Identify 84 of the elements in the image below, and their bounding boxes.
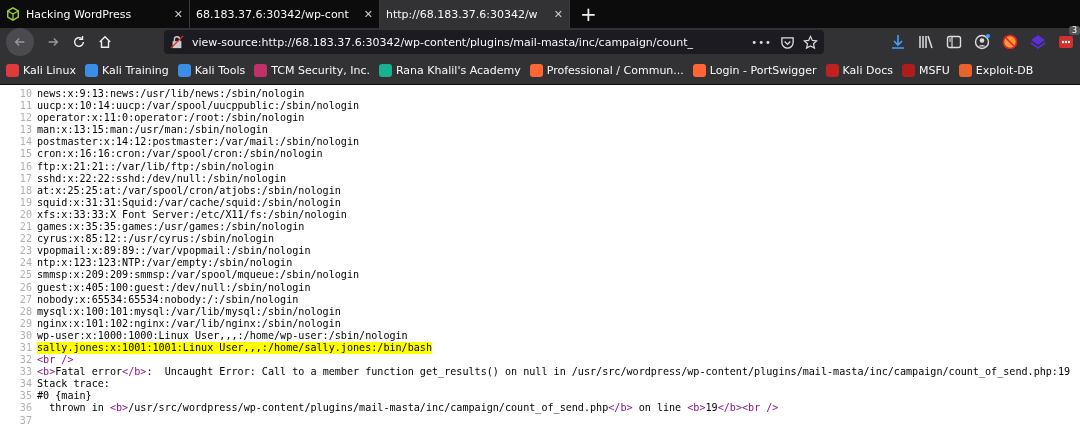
- line-number: 32: [18, 354, 33, 367]
- bookmark-item[interactable]: Professional / Commun...: [529, 63, 684, 77]
- forward-arrow-icon[interactable]: [46, 35, 60, 49]
- source-line: guest:x:405:100:guest:/dev/null:/sbin/nologin: [37, 281, 311, 294]
- line-number: 14: [18, 136, 33, 149]
- source-line: cron:x:16:16:cron:/var/spool/cron:/sbin/nologin: [37, 148, 323, 161]
- new-tab-button[interactable]: +: [570, 0, 607, 28]
- back-arrow-icon[interactable]: [13, 35, 27, 49]
- line-number: 20: [18, 208, 33, 222]
- source-line: thrown in <b>/usr/src/wordpress/wp-content/plugins/mail-masta/inc/campaign/count_of_send.php</b> on line <b>19</b><br />: [48, 402, 779, 415]
- line-number: 37: [18, 414, 33, 427]
- line-number: 28: [18, 305, 33, 318]
- line-number: 31: [18, 341, 33, 355]
- source-line: Stack trace:: [37, 378, 110, 391]
- source-line: nginx:x:101:102:nginx:/var/lib/nginx:/sbin/nologin: [37, 317, 341, 330]
- bookmark-item[interactable]: Rana Khalil's Academy: [378, 63, 521, 77]
- source-line: operator:x:11:0:operator:/root:/sbin/nologin: [37, 112, 305, 125]
- source-line: xfs:x:33:33:X Font Server:/etc/X11/fs:/sbin/nologin: [37, 208, 347, 222]
- source-line: sshd:x:22:22:sshd:/dev/null:/sbin/nologin: [37, 172, 287, 185]
- source-line: at:x:25:25:at:/var/spool/cron/atjobs:/sbin/nologin: [37, 184, 341, 197]
- line-number: 13: [18, 124, 33, 137]
- sidebar-icon[interactable]: [946, 34, 962, 50]
- cube-icon[interactable]: [6, 7, 20, 21]
- line-number: 19: [18, 196, 33, 209]
- download-icon[interactable]: [890, 34, 906, 50]
- line-number: 36: [18, 402, 33, 415]
- blocked-extension-icon[interactable]: [1002, 34, 1018, 50]
- line-number: 17: [18, 172, 33, 185]
- line-number: 22: [18, 233, 33, 246]
- bookmark-item[interactable]: Kali Training: [85, 63, 169, 77]
- source-line: #0 {main}: [37, 390, 92, 403]
- source-line: man:x:13:15:man:/usr/man:/sbin/nologin: [37, 124, 268, 137]
- source-line: wp-user:x:1000:1000:Linux User,,,:/home/wp-user:/sbin/nologin: [37, 329, 408, 342]
- line-number: 34: [18, 378, 33, 391]
- pocket-icon[interactable]: [780, 34, 795, 50]
- line-number: 10: [18, 88, 33, 101]
- line-number: 33: [18, 366, 33, 379]
- source-line: nobody:x:65534:65534:nobody:/:/sbin/nologin: [37, 293, 299, 306]
- source-line: vpopmail:x:89:89::/var/vpopmail:/sbin/nologin: [37, 245, 311, 258]
- bookmark-item[interactable]: MSFU: [901, 63, 950, 77]
- line-number: 21: [18, 221, 33, 234]
- line-number: 16: [18, 160, 33, 173]
- more-actions-button[interactable]: •••: [751, 36, 772, 48]
- source-line: squid:x:31:31:Squid:/var/cache/squid:/sbin/nologin: [37, 196, 341, 209]
- line-number: 24: [18, 257, 33, 270]
- source-line: cyrus:x:85:12::/usr/cyrus:/sbin/nologin: [37, 233, 274, 246]
- source-line: <br />: [37, 354, 74, 367]
- line-number: 29: [18, 317, 33, 330]
- source-line: ntp:x:123:123:NTP:/var/empty:/sbin/nologin: [37, 257, 293, 270]
- library-icon[interactable]: [918, 34, 934, 50]
- bookmark-item[interactable]: Exploit-DB: [958, 63, 1034, 77]
- address-bar[interactable]: view-source:http://68.183.37.6:30342/wp-content/plugins/mail-masta/inc/campaign/count_ •••: [164, 30, 824, 54]
- menu-dots-icon[interactable]: [1058, 34, 1074, 50]
- source-line: mysql:x:100:101:mysql:/var/lib/mysql:/sbin/nologin: [37, 305, 341, 318]
- line-number: 23: [18, 245, 33, 258]
- reload-icon[interactable]: [72, 35, 86, 49]
- line-number: 27: [18, 293, 33, 306]
- account-icon[interactable]: [974, 34, 990, 50]
- bookmark-item[interactable]: TCM Security, Inc.: [254, 63, 370, 77]
- line-number: 11: [18, 100, 33, 113]
- source-line: smmsp:x:209:209:smmsp:/var/spool/mqueue:/sbin/nologin: [37, 269, 360, 282]
- source-line: news:x:9:13:news:/usr/lib/news:/sbin/nologin: [37, 88, 305, 101]
- bookmark-item[interactable]: Kali Docs: [825, 63, 893, 77]
- source-line: <b>Fatal error</b>: Uncaught Error: Call to a member function get_results() on null in /usr/src/wordpress/wp-content/plugins/mail-masta/inc/campaign/count_of_send.php:19: [37, 366, 1071, 379]
- bookmark-item[interactable]: Kali Tools: [177, 63, 246, 77]
- line-number: 15: [18, 148, 33, 161]
- line-number: 12: [18, 112, 33, 125]
- source-line: games:x:35:35:games:/usr/games:/sbin/nologin: [37, 221, 305, 234]
- bookmark-item[interactable]: Login - PortSwigger: [692, 63, 817, 77]
- line-number: 25: [18, 269, 33, 282]
- line-number: 35: [18, 390, 33, 403]
- notification-count: 3: [1068, 26, 1080, 35]
- browser-tab[interactable]: http://68.183.37.6:30342/w ✕: [380, 0, 570, 28]
- line-number: 30: [18, 329, 33, 342]
- insecure-lock-icon[interactable]: [170, 35, 184, 49]
- source-line: uucp:x:10:14:uucp:/var/spool/uucppublic:/sbin/nologin: [37, 100, 360, 113]
- star-icon[interactable]: [803, 34, 818, 50]
- source-line: ftp:x:21:21::/var/lib/ftp:/sbin/nologin: [37, 160, 274, 173]
- bookmark-item[interactable]: Kali Linux: [6, 63, 76, 77]
- home-icon[interactable]: [98, 35, 112, 49]
- source-line: postmaster:x:14:12:postmaster:/var/mail:/sbin/nologin: [37, 136, 360, 149]
- back-button[interactable]: [6, 28, 34, 56]
- line-number: 18: [18, 184, 33, 197]
- line-number: 26: [18, 281, 33, 294]
